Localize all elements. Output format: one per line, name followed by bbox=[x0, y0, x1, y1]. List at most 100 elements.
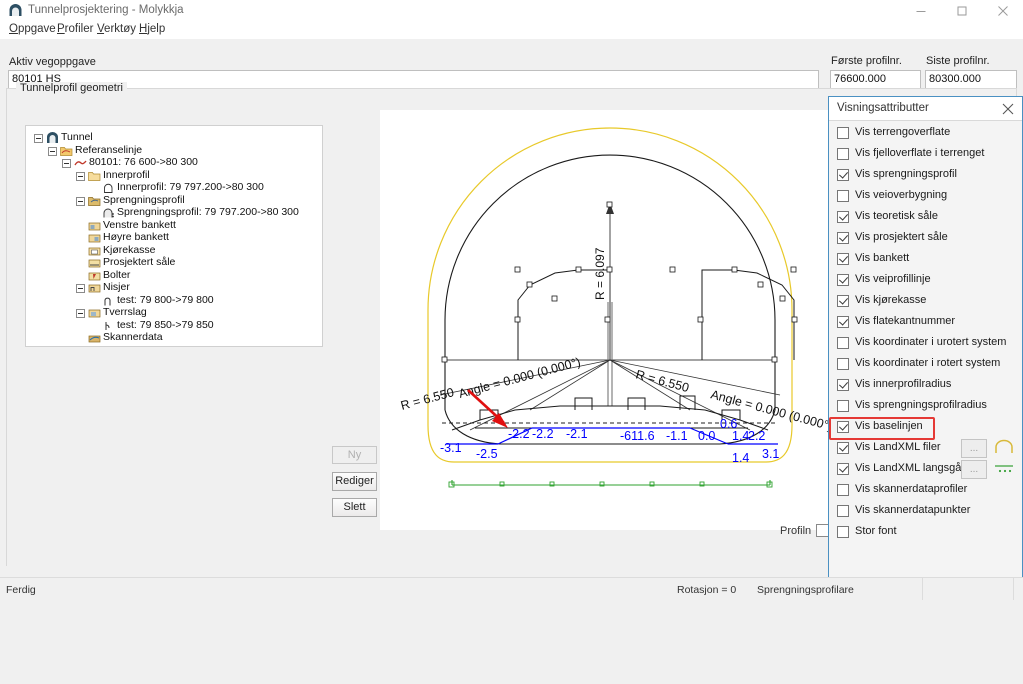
menu-oppgave[interactable]: Oppgave bbox=[9, 23, 56, 35]
active-task-label: Aktiv vegoppgave bbox=[9, 56, 96, 68]
station-value: 3.1 bbox=[762, 447, 779, 461]
panel-checkbox-label: Vis veiprofillinje bbox=[855, 273, 931, 285]
tree-item-label: Skannerdata bbox=[103, 331, 163, 343]
box-icon bbox=[88, 245, 101, 257]
tree-item[interactable]: 80101: 76 600->80 300 bbox=[32, 156, 322, 170]
folder-line-icon bbox=[60, 145, 73, 157]
browse-button[interactable]: ... bbox=[961, 439, 987, 458]
checkbox-checked-icon[interactable] bbox=[837, 232, 849, 244]
minimize-button[interactable] bbox=[900, 0, 941, 22]
tunnel-tree[interactable]: Tunnel Referanselinje 80101: 76 600->80 30… bbox=[25, 125, 323, 347]
blast-arch-icon bbox=[102, 207, 115, 219]
tree-expander-icon[interactable] bbox=[76, 171, 85, 181]
checkbox-unchecked-icon[interactable] bbox=[837, 505, 849, 517]
checkbox-checked-icon[interactable] bbox=[837, 274, 849, 286]
panel-checkbox-label: Vis veioverbygning bbox=[855, 189, 948, 201]
panel-close-icon[interactable] bbox=[999, 100, 1017, 118]
station-value: -2.1 bbox=[566, 427, 588, 441]
checkbox-checked-icon[interactable] bbox=[837, 211, 849, 223]
checkbox-unchecked-icon[interactable] bbox=[837, 484, 849, 496]
checkbox-unchecked-icon[interactable] bbox=[837, 526, 849, 538]
niche-item-icon bbox=[102, 295, 115, 307]
checkbox-unchecked-icon[interactable] bbox=[837, 148, 849, 160]
profil-caption: Profiln bbox=[780, 525, 812, 537]
panel-checkbox-label: Vis flatekantnummer bbox=[855, 315, 956, 327]
checkbox-unchecked-icon[interactable] bbox=[837, 190, 849, 202]
panel-checkbox-label: Vis skannerdatapunkter bbox=[855, 504, 971, 516]
tree-item-label: Nisjer bbox=[103, 281, 130, 293]
panel-checkbox-label: Vis koordinater i urotert system bbox=[855, 336, 1007, 348]
checkbox-checked-icon[interactable] bbox=[837, 379, 849, 391]
close-button[interactable] bbox=[982, 0, 1023, 22]
tree-expander-icon[interactable] bbox=[76, 309, 85, 318]
tree-item[interactable]: Høyre bankett bbox=[32, 231, 322, 245]
task-form-strip: Aktiv vegoppgave 80101 HS Første profiln… bbox=[0, 39, 1023, 89]
application-window: Tunnelprosjektering - Molykkja Oppgave P… bbox=[0, 0, 1023, 600]
tree-expander-icon[interactable] bbox=[62, 159, 71, 168]
tree-item[interactable]: test: 79 800->79 800 bbox=[32, 293, 322, 308]
tree-item[interactable]: Prosjektert såle bbox=[32, 256, 322, 270]
delete-button[interactable]: Slett bbox=[332, 498, 377, 517]
tree-expander-icon[interactable] bbox=[34, 134, 43, 143]
menu-accel: O bbox=[9, 23, 18, 35]
active-task-input[interactable]: 80101 HS bbox=[8, 70, 819, 89]
scanner-icon bbox=[88, 332, 101, 344]
checkbox-unchecked-icon[interactable] bbox=[837, 127, 849, 139]
new-button[interactable]: Ny bbox=[332, 446, 377, 464]
tree-expander-icon[interactable] bbox=[76, 284, 85, 293]
status-text-mode: Sprengningsprofilare bbox=[757, 584, 854, 596]
tree-item-label: Tunnel bbox=[61, 131, 93, 143]
tree-item[interactable]: test: 79 850->79 850 bbox=[32, 318, 322, 333]
tree-item-label: Referanselinje bbox=[75, 143, 143, 156]
tree-item-label: Innerprofil: 79 797.200->80 300 bbox=[117, 181, 264, 193]
tree-item[interactable]: Sprengningsprofil: 79 797.200->80 300 bbox=[32, 206, 322, 220]
sole-icon bbox=[88, 257, 101, 269]
last-profile-input[interactable]: 80300.000 bbox=[925, 70, 1017, 89]
menu-bar: Oppgave Profiler Verktøy Hjelp bbox=[0, 22, 1023, 39]
status-text-ready: Ferdig bbox=[6, 584, 36, 596]
tree-item[interactable]: Bolter bbox=[32, 268, 322, 283]
tree-expander-icon[interactable] bbox=[48, 146, 57, 156]
station-value: -611.6 bbox=[620, 429, 655, 443]
station-value: 2.2 bbox=[748, 429, 765, 443]
menu-verktoy[interactable]: Verktøy bbox=[97, 23, 136, 35]
tree-item-label: Bolter bbox=[103, 268, 131, 281]
station-value: -1.1 bbox=[666, 429, 688, 443]
tree-item[interactable]: Venstre bankett bbox=[32, 218, 322, 233]
bench-left-icon bbox=[88, 220, 101, 232]
panel-checkbox-label: Vis bankett bbox=[855, 252, 910, 264]
checkbox-checked-icon[interactable] bbox=[837, 463, 849, 475]
checkbox-unchecked-icon[interactable] bbox=[837, 358, 849, 370]
checkbox-checked-icon[interactable] bbox=[837, 169, 849, 181]
maximize-button[interactable] bbox=[941, 0, 982, 22]
status-bar bbox=[0, 577, 1023, 600]
adit-icon bbox=[88, 307, 101, 319]
checkbox-checked-icon[interactable] bbox=[837, 295, 849, 307]
display-attributes-panel: Visningsattributter Vis terrengoverflate… bbox=[828, 96, 1023, 591]
tree-item-label: Venstre bankett bbox=[103, 218, 176, 231]
edit-button[interactable]: Rediger bbox=[332, 472, 377, 491]
checkbox-checked-icon[interactable] bbox=[837, 253, 849, 265]
checkbox-checked-icon[interactable] bbox=[837, 316, 849, 328]
menu-hjelp[interactable]: Hjelp bbox=[139, 23, 165, 35]
tree-item[interactable]: Kjørekasse bbox=[32, 244, 322, 258]
status-text-rotation: Rotasjon = 0 bbox=[677, 584, 737, 596]
tree-item-label: Tverrslag bbox=[103, 306, 147, 318]
tree-item[interactable]: Skannerdata bbox=[32, 331, 322, 345]
first-profile-input[interactable]: 76600.000 bbox=[830, 70, 921, 89]
menu-profiler[interactable]: Profiler bbox=[57, 23, 93, 35]
tree-expander-icon[interactable] bbox=[76, 196, 85, 206]
panel-checkbox-label: Vis sprengningsprofil bbox=[855, 168, 957, 180]
checkbox-unchecked-icon[interactable] bbox=[837, 337, 849, 349]
panel-checkbox-label: Vis LandXML filer bbox=[855, 441, 941, 453]
checkbox-unchecked-icon[interactable] bbox=[837, 400, 849, 412]
panel-checkbox-label: Vis sprengningsprofilradius bbox=[855, 399, 987, 411]
bench-right-icon bbox=[88, 232, 101, 244]
checkbox-checked-icon[interactable] bbox=[837, 442, 849, 454]
dashed-green-icon bbox=[993, 459, 1015, 477]
browse-button[interactable]: ... bbox=[961, 460, 987, 479]
checkbox-checked-icon[interactable] bbox=[837, 421, 849, 433]
tree-item-label: test: 79 850->79 850 bbox=[117, 318, 214, 331]
tree-item-label: test: 79 800->79 800 bbox=[117, 293, 214, 306]
panel-checkbox-label: Vis teoretisk såle bbox=[855, 210, 938, 222]
